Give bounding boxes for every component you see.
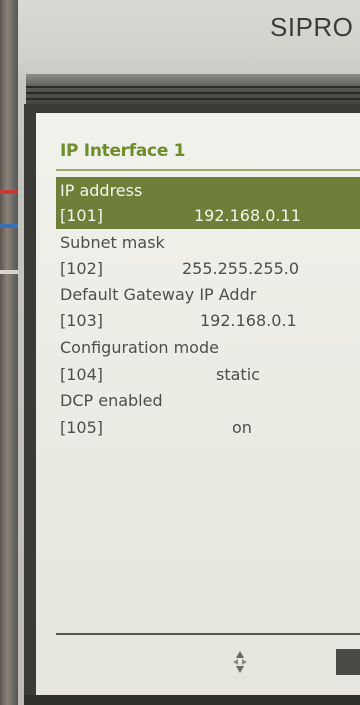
param-name: DCP enabled bbox=[60, 391, 163, 410]
softkey-icon[interactable] bbox=[336, 649, 360, 675]
lcd-display: IP Interface 1 IP address [101] 192.168.… bbox=[36, 113, 360, 695]
param-ip-address-name-row[interactable]: IP address bbox=[60, 181, 360, 207]
param-value: on bbox=[232, 418, 252, 437]
param-value: 255.255.255.0 bbox=[182, 259, 300, 278]
param-name: Subnet mask bbox=[60, 233, 165, 252]
param-config-mode-value-row[interactable]: [104] static bbox=[60, 365, 360, 391]
param-id: [102] bbox=[60, 259, 104, 278]
device-brand-label: SIPRO bbox=[270, 12, 354, 42]
param-id: [103] bbox=[60, 311, 104, 330]
param-name: Configuration mode bbox=[60, 338, 219, 357]
param-name: IP address bbox=[60, 181, 143, 200]
param-id: [104] bbox=[60, 365, 104, 384]
title-divider bbox=[56, 169, 360, 171]
up-down-arrows-icon[interactable] bbox=[231, 649, 249, 675]
page-title: IP Interface 1 bbox=[60, 141, 186, 161]
param-id: [105] bbox=[60, 418, 104, 437]
param-id: [101] bbox=[60, 206, 104, 225]
param-ip-address-value-row[interactable]: [101] 192.168.0.11 bbox=[60, 206, 360, 232]
param-dcp-value-row[interactable]: [105] on bbox=[60, 418, 360, 444]
param-value: static bbox=[216, 365, 260, 384]
param-dcp-name-row[interactable]: DCP enabled bbox=[60, 391, 360, 417]
param-subnet-mask-value-row[interactable]: [102] 255.255.255.0 bbox=[60, 259, 360, 285]
cable-blue bbox=[0, 224, 18, 228]
param-value: 192.168.0.1 bbox=[200, 311, 297, 330]
display-frame-bottom bbox=[24, 695, 360, 705]
param-gateway-value-row[interactable]: [103] 192.168.0.1 bbox=[60, 311, 360, 337]
cable-white bbox=[0, 270, 18, 274]
cable-red bbox=[0, 190, 18, 194]
param-config-mode-name-row[interactable]: Configuration mode bbox=[60, 338, 360, 364]
footer-divider bbox=[56, 633, 360, 635]
param-value: 192.168.0.11 bbox=[194, 206, 301, 225]
param-subnet-mask-name-row[interactable]: Subnet mask bbox=[60, 233, 360, 259]
param-gateway-name-row[interactable]: Default Gateway IP Addr bbox=[60, 285, 360, 311]
param-name: Default Gateway IP Addr bbox=[60, 285, 257, 304]
